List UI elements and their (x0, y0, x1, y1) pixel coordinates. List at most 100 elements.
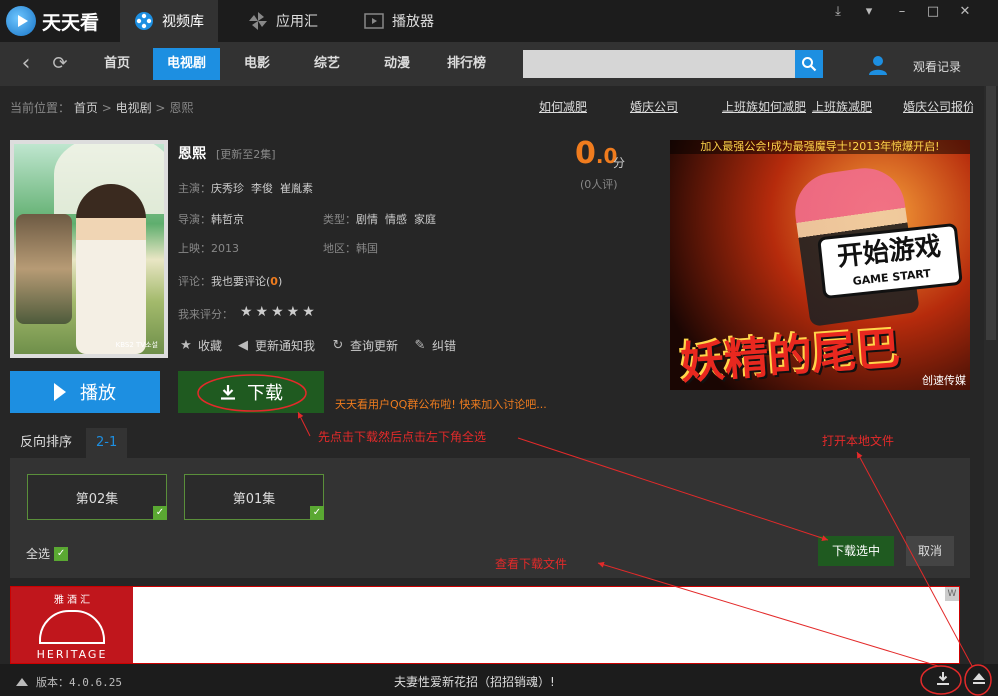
region-row: 地区：韩国 (323, 242, 378, 255)
nav-item-variety[interactable]: 综艺 (300, 48, 354, 80)
release-row: 上映：2013 (178, 242, 239, 255)
breadcrumb-current: 恩熙 (169, 101, 194, 115)
report-error-button[interactable]: ✎ 纠错 (412, 337, 456, 354)
director-name[interactable]: 韩哲京 (211, 213, 244, 226)
upgrade-icon (16, 678, 28, 686)
heritage-logo: 雅 酒 汇 HERITAGE (11, 587, 133, 663)
hot-topic-link[interactable]: 婚庆公司报价 (903, 98, 973, 115)
cancel-button[interactable]: 取消 (906, 536, 954, 566)
title-bar: 天天看 视频库 应用汇 播放器 ⤓ ▾ – □ ✕ (0, 0, 998, 42)
ad-start-badge: 开始游戏 GAME START (817, 222, 963, 300)
nav-item-tv[interactable]: 电视剧 (153, 48, 221, 80)
news-ticker[interactable]: 夫妻性爱新花招（招招销魂）! (394, 673, 555, 690)
qq-group-link[interactable]: 天天看用户QQ群公布啦! 快来加入讨论吧... (335, 396, 547, 412)
score-count: (0人评) (580, 178, 618, 191)
nav-item-home[interactable]: 首页 (90, 48, 144, 80)
annotation-view-downloads: 查看下载文件 (495, 557, 568, 571)
select-all-checkbox[interactable]: 全选 ✓ (26, 545, 69, 562)
breadcrumb-home[interactable]: 首页 (74, 101, 98, 115)
tab-app-hub[interactable]: 应用汇 (234, 0, 332, 42)
breadcrumb-sep: > (101, 101, 112, 115)
update-note: [更新至2集] (216, 148, 276, 161)
ad-close-badge[interactable]: W (945, 587, 959, 601)
hot-topic-link[interactable]: 婚庆公司 (630, 98, 678, 115)
checkmark-icon: ✓ (54, 546, 69, 561)
download-icon (221, 385, 235, 400)
cast-name[interactable]: 庆秀珍 (211, 182, 244, 195)
status-bar: 版本：4.0.6.25 夫妻性爱新花招（招招销魂）! (0, 664, 998, 696)
cast-name[interactable]: 崔胤素 (280, 182, 313, 195)
type-tag[interactable]: 情感 (385, 213, 407, 226)
tab-player[interactable]: 播放器 (350, 0, 448, 42)
episode-range-tab[interactable]: 2-1 (86, 428, 128, 458)
ad-title: 妖精的尾巴 (678, 323, 902, 390)
notify-button[interactable]: ◀ 更新通知我 (235, 337, 315, 354)
cast-name[interactable]: 李俊 (251, 182, 273, 195)
show-poster[interactable]: KBS2 TV소설 (10, 140, 168, 358)
maximize-icon[interactable]: □ (923, 4, 943, 20)
breadcrumb-sep: > (155, 101, 166, 115)
star-icon: ★ (180, 337, 192, 353)
breadcrumb-prefix: 当前位置： (10, 101, 71, 115)
breadcrumb: 当前位置： 首页 > 电视剧 > 恩熙 (10, 99, 193, 116)
close-icon[interactable]: ✕ (955, 4, 975, 20)
refresh-icon[interactable]: ⟳ (48, 52, 72, 76)
rating-stars[interactable]: ★★★★★ (240, 304, 318, 320)
player-icon (364, 11, 384, 31)
comment-row: 评论：我也要评论(0) (178, 275, 283, 288)
game-ad-banner[interactable]: 加入最强公会!成为最强魔导士!2013年惊爆开启! 开始游戏 GAME STAR… (670, 140, 970, 390)
check-update-button[interactable]: ↻ 查询更新 (330, 337, 398, 354)
checkmark-icon: ✓ (310, 506, 324, 520)
watch-history-link[interactable]: 观看记录 (913, 58, 961, 75)
poster-image: KBS2 TV소설 (14, 144, 164, 354)
type-tag[interactable]: 家庭 (414, 213, 436, 226)
user-icon[interactable] (867, 54, 889, 76)
episode-item[interactable]: 第01集 ✓ (184, 474, 324, 520)
open-folder-icon[interactable] (969, 670, 989, 690)
speaker-icon: ◀ (238, 337, 248, 353)
score-value: 0.0 (575, 136, 618, 171)
reel-icon (134, 11, 154, 31)
hot-topic-link[interactable]: 如何减肥 (539, 98, 587, 115)
download-button[interactable]: 下载 (178, 371, 324, 413)
scrollbar-thumb[interactable] (986, 86, 996, 340)
breadcrumb-category[interactable]: 电视剧 (116, 101, 152, 115)
skin-icon[interactable]: ⤓ (828, 4, 848, 20)
app-window: 天天看 视频库 应用汇 播放器 ⤓ ▾ – □ ✕ ‹ ⟳ 首页 电视剧 电影 … (0, 0, 998, 696)
tab-label: 应用汇 (276, 14, 318, 30)
minimize-icon[interactable]: – (892, 4, 912, 20)
favorite-button[interactable]: ★ 收藏 (178, 337, 222, 354)
poster-tag: KBS2 TV소설 (115, 341, 158, 349)
reverse-order-tab[interactable]: 反向排序 (10, 428, 82, 458)
tab-label: 播放器 (392, 14, 434, 30)
hot-topic-link[interactable]: 上班族减肥 (812, 98, 872, 115)
app-logo: 天天看 (6, 6, 99, 36)
hot-topic-link[interactable]: 上班族如何减肥 (722, 98, 806, 115)
annotation-open-local: 打开本地文件 (822, 434, 895, 448)
episode-item[interactable]: 第02集 ✓ (27, 474, 167, 520)
pinwheel-icon (248, 11, 268, 31)
score-unit: 分 (613, 156, 626, 170)
search-input[interactable] (523, 50, 795, 78)
play-icon (54, 383, 66, 401)
cast-row: 主演：庆秀珍 李俊 崔胤素 (178, 182, 313, 195)
search-button[interactable] (795, 50, 823, 78)
bottom-ad-banner[interactable]: 雅 酒 汇 HERITAGE W (10, 586, 960, 664)
download-manager-icon[interactable] (933, 670, 953, 690)
menu-icon[interactable]: ▾ (859, 4, 879, 20)
release-year: 2013 (211, 242, 239, 255)
play-button[interactable]: 播放 (10, 371, 160, 413)
back-icon[interactable]: ‹ (14, 52, 38, 76)
nav-item-ranking[interactable]: 排行榜 (433, 48, 500, 80)
version-info[interactable]: 版本：4.0.6.25 (16, 674, 122, 690)
type-tag[interactable]: 剧情 (356, 213, 378, 226)
nav-item-anime[interactable]: 动漫 (370, 48, 424, 80)
download-selected-button[interactable]: 下载选中 (818, 536, 894, 566)
app-name: 天天看 (42, 11, 100, 34)
ad-banner-text: 加入最强公会!成为最强魔导士!2013年惊爆开启! (670, 140, 970, 154)
nav-item-movie[interactable]: 电影 (230, 48, 284, 80)
tab-video-library[interactable]: 视频库 (120, 0, 218, 42)
pencil-icon: ✎ (414, 337, 426, 353)
annotation-step1: 先点击下载然后点击左下角全选 (318, 430, 487, 444)
comment-link[interactable]: 我也要评论( (211, 275, 270, 288)
